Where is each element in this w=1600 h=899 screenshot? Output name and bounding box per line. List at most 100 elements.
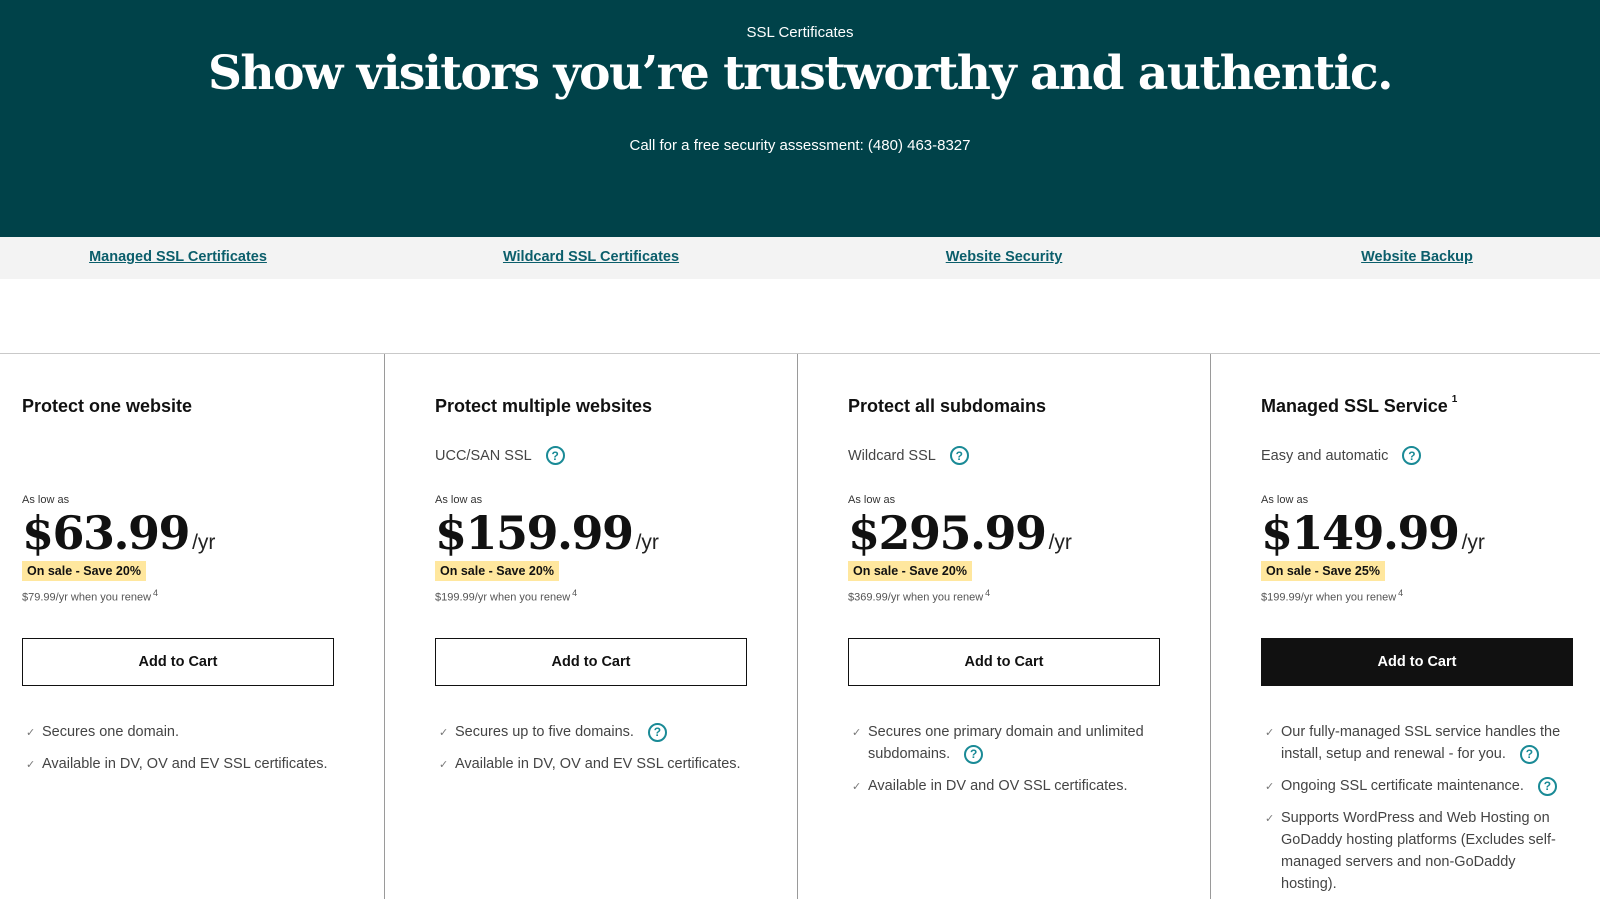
renewal-text: $369.99/yr when you renew bbox=[848, 591, 984, 604]
feature-text: Available in DV and OV SSL certificates. bbox=[868, 778, 1128, 794]
card-subtitle-text: UCC/SAN SSL bbox=[435, 447, 532, 464]
check-icon: ✓ bbox=[1265, 813, 1275, 825]
renewal-text: $199.99/yr when you renew bbox=[1261, 591, 1397, 604]
price-row: $159.99/yr bbox=[435, 506, 659, 560]
price-period: /yr bbox=[1461, 531, 1485, 554]
feature-list: ✓ Secures one domain. ✓ Available in DV, O… bbox=[22, 721, 332, 785]
check-icon: ✓ bbox=[852, 727, 862, 739]
subnav-link-website-security[interactable]: Website Security bbox=[946, 249, 1063, 265]
pricing-card-multiple-websites: Protect multiple websites UCC/SAN SSL? A… bbox=[384, 354, 797, 899]
feature-text: Supports WordPress and Web Hosting on Go… bbox=[1281, 810, 1556, 892]
price-amount: $149.99 bbox=[1261, 506, 1460, 560]
hero-banner: SSL Certificates Show visitors you’re tr… bbox=[0, 0, 1600, 237]
footnote-marker: 1 bbox=[1451, 394, 1458, 405]
price-amount: $295.99 bbox=[848, 506, 1047, 560]
feature-item: ✓ Secures up to five domains.? bbox=[435, 721, 745, 743]
footnote-marker: 4 bbox=[572, 588, 578, 598]
price-period: /yr bbox=[192, 531, 216, 554]
renewal-price: $199.99/yr when you renew 4 bbox=[435, 588, 577, 604]
pricing-card-all-subdomains: Protect all subdomains Wildcard SSL? As … bbox=[797, 354, 1210, 899]
as-low-as-label: As low as bbox=[435, 494, 483, 506]
card-title: Protect multiple websites bbox=[435, 396, 653, 416]
question-circle-icon[interactable]: ? bbox=[1519, 744, 1539, 764]
sale-badge: On sale - Save 20% bbox=[435, 561, 559, 581]
check-icon: ✓ bbox=[26, 759, 36, 771]
page-eyebrow: SSL Certificates bbox=[746, 24, 854, 41]
feature-text: Ongoing SSL certificate maintenance. bbox=[1281, 778, 1524, 794]
feature-list: ✓ Secures up to five domains.? ✓ Available… bbox=[435, 721, 745, 785]
sale-badge: On sale - Save 20% bbox=[848, 561, 972, 581]
check-icon: ✓ bbox=[852, 781, 862, 793]
feature-text: Available in DV, OV and EV SSL certifica… bbox=[42, 756, 328, 772]
check-icon: ✓ bbox=[439, 727, 449, 739]
renewal-price: $369.99/yr when you renew 4 bbox=[848, 588, 990, 604]
check-icon: ✓ bbox=[1265, 781, 1275, 793]
add-to-cart-button[interactable]: Add to Cart bbox=[22, 638, 334, 686]
footnote-marker: 4 bbox=[1398, 588, 1404, 598]
feature-item: ✓ Available in DV, OV and EV SSL certific… bbox=[22, 753, 332, 775]
footnote-marker: 4 bbox=[985, 588, 991, 598]
question-circle-icon[interactable]: ? bbox=[1402, 446, 1422, 465]
add-to-cart-button[interactable]: Add to Cart bbox=[1261, 638, 1573, 686]
sale-badge: On sale - Save 25% bbox=[1261, 561, 1385, 581]
subnav-link-managed-ssl[interactable]: Managed SSL Certificates bbox=[89, 249, 267, 265]
as-low-as-label: As low as bbox=[1261, 494, 1309, 506]
card-title: Protect all subdomains bbox=[848, 396, 1047, 416]
price-row: $149.99/yr bbox=[1261, 506, 1485, 560]
question-circle-icon[interactable]: ? bbox=[949, 446, 969, 465]
card-subtitle: UCC/SAN SSL? bbox=[435, 446, 565, 465]
card-title: Protect one website bbox=[22, 396, 193, 416]
pricing-card-managed-ssl: Managed SSL Service 1 Easy and automatic?… bbox=[1210, 354, 1600, 899]
feature-item: ✓ Secures one domain. bbox=[22, 721, 332, 743]
add-to-cart-button[interactable]: Add to Cart bbox=[848, 638, 1160, 686]
subnav-link-website-backup[interactable]: Website Backup bbox=[1361, 249, 1473, 265]
card-subtitle: Wildcard SSL? bbox=[848, 446, 969, 465]
feature-text: Secures up to five domains. bbox=[455, 724, 634, 740]
feature-item: ✓ Available in DV, OV and EV SSL certific… bbox=[435, 753, 745, 775]
feature-item: ✓ Supports WordPress and Web Hosting on G… bbox=[1261, 807, 1566, 895]
renewal-text: $79.99/yr when you renew bbox=[22, 591, 152, 604]
phone-callout: Call for a free security assessment: (48… bbox=[629, 137, 971, 154]
feature-list: ✓ Secures one primary domain and unlimite… bbox=[848, 721, 1158, 807]
feature-text: Available in DV, OV and EV SSL certifica… bbox=[455, 756, 741, 772]
price-row: $295.99/yr bbox=[848, 506, 1072, 560]
check-icon: ✓ bbox=[1265, 727, 1275, 739]
card-subtitle-text: Wildcard SSL bbox=[848, 447, 936, 464]
product-subnav: Managed SSL Certificates Wildcard SSL Ce… bbox=[0, 237, 1600, 279]
footnote-marker: 4 bbox=[153, 588, 159, 598]
pricing-card-one-website: Protect one website As low as $63.99/yr … bbox=[0, 354, 384, 899]
question-circle-icon[interactable]: ? bbox=[964, 744, 984, 764]
subnav-link-wildcard-ssl[interactable]: Wildcard SSL Certificates bbox=[503, 249, 679, 265]
feature-text: Our fully-managed SSL service handles th… bbox=[1281, 724, 1561, 762]
feature-text: Secures one primary domain and unlimited… bbox=[868, 724, 1144, 762]
feature-item: ✓ Available in DV and OV SSL certificates… bbox=[848, 775, 1158, 797]
as-low-as-label: As low as bbox=[848, 494, 896, 506]
question-circle-icon[interactable]: ? bbox=[647, 722, 667, 742]
card-subtitle: Easy and automatic? bbox=[1261, 446, 1422, 465]
price-row: $63.99/yr bbox=[22, 506, 215, 560]
check-icon: ✓ bbox=[439, 759, 449, 771]
feature-text: Secures one domain. bbox=[42, 724, 180, 740]
renewal-price: $79.99/yr when you renew 4 bbox=[22, 588, 158, 604]
price-period: /yr bbox=[635, 531, 659, 554]
feature-list: ✓ Our fully-managed SSL service handles t… bbox=[1261, 721, 1566, 899]
feature-item: ✓ Ongoing SSL certificate maintenance.? bbox=[1261, 775, 1566, 797]
feature-item: ✓ Secures one primary domain and unlimite… bbox=[848, 721, 1158, 765]
as-low-as-label: As low as bbox=[22, 494, 70, 506]
question-circle-icon[interactable]: ? bbox=[1537, 776, 1557, 796]
card-subtitle-text: Easy and automatic bbox=[1261, 447, 1389, 464]
add-to-cart-button[interactable]: Add to Cart bbox=[435, 638, 747, 686]
page-title: Show visitors you’re trustworthy and aut… bbox=[207, 46, 1394, 101]
price-amount: $63.99 bbox=[22, 506, 191, 560]
renewal-text: $199.99/yr when you renew bbox=[435, 591, 571, 604]
feature-item: ✓ Our fully-managed SSL service handles t… bbox=[1261, 721, 1566, 765]
sale-badge: On sale - Save 20% bbox=[22, 561, 146, 581]
price-amount: $159.99 bbox=[435, 506, 634, 560]
card-title-text: Managed SSL Service bbox=[1261, 396, 1448, 416]
price-period: /yr bbox=[1048, 531, 1072, 554]
check-icon: ✓ bbox=[26, 727, 36, 739]
card-title: Managed SSL Service 1 bbox=[1261, 394, 1458, 417]
pricing-grid: Protect one website As low as $63.99/yr … bbox=[0, 353, 1600, 899]
renewal-price: $199.99/yr when you renew 4 bbox=[1261, 588, 1403, 604]
question-circle-icon[interactable]: ? bbox=[545, 446, 565, 465]
